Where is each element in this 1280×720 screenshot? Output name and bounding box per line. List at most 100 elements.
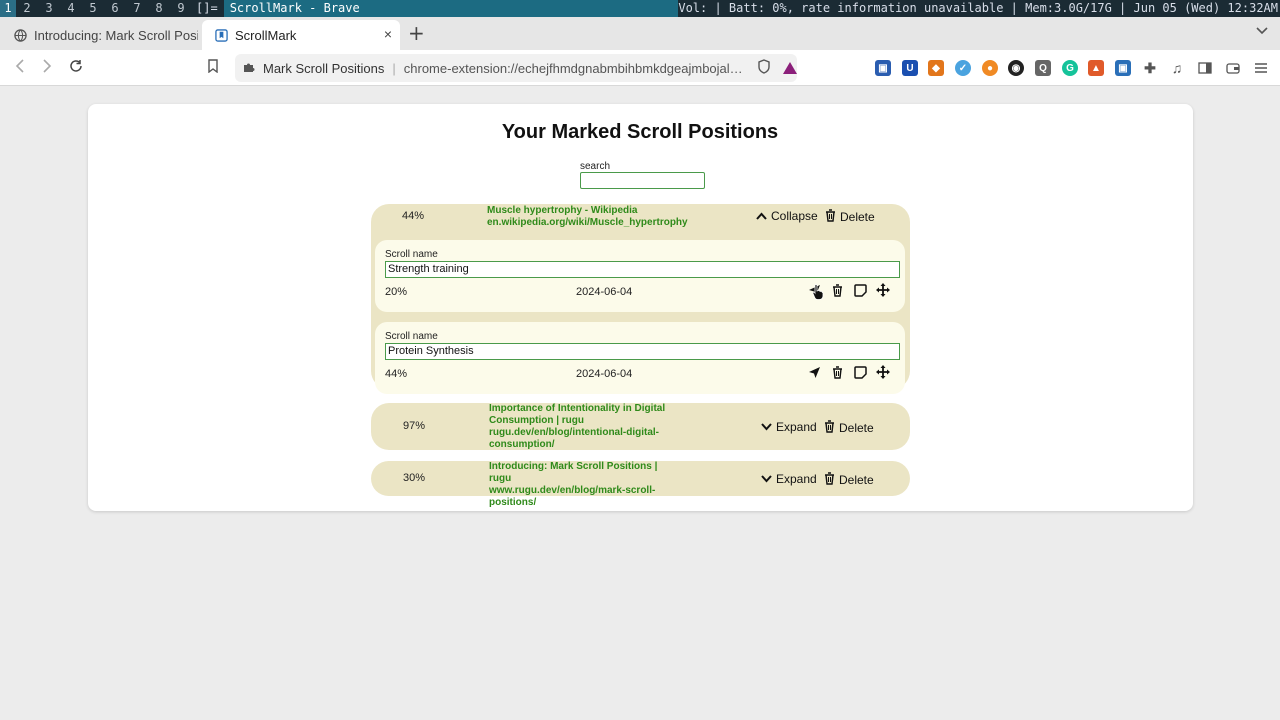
grammarly-icon[interactable]: G <box>1062 60 1078 76</box>
page-group-introducing: 30% Introducing: Mark Scroll Positions |… <box>371 461 910 508</box>
scroll-mark-item: Scroll name Protein Synthesis 44% 2024-0… <box>375 322 905 394</box>
bitwarden-icon[interactable]: U <box>902 60 918 76</box>
trash-icon[interactable] <box>830 282 844 298</box>
scroll-percent: 44% <box>385 368 408 380</box>
tab-list-chevron-icon[interactable] <box>1256 24 1268 38</box>
trash-icon <box>825 209 836 225</box>
bookmark-extension-icon[interactable]: ▣ <box>875 60 891 76</box>
address-bar[interactable]: Mark Scroll Positions | chrome-extension… <box>235 54 797 82</box>
expand-button[interactable]: Expand <box>761 472 817 486</box>
scrollmark-extension-icon[interactable]: ▣ <box>1115 60 1131 76</box>
close-tab-icon[interactable]: × <box>384 26 392 42</box>
collapse-label: Collapse <box>771 209 818 223</box>
bookmark-icon[interactable] <box>207 59 219 77</box>
tab-introducing[interactable]: Introducing: Mark Scroll Posi <box>2 20 198 50</box>
page-group-intentionality: 97% Importance of Intentionality in Digi… <box>371 403 910 450</box>
extensions-puzzle-icon[interactable]: ✚ <box>1142 60 1158 76</box>
scroll-name-input[interactable]: Strength training <box>385 261 900 278</box>
group-page-title: Importance of Intentionality in Digital … <box>489 403 666 426</box>
tab-scrollmark[interactable]: ScrollMark × <box>202 20 400 50</box>
note-icon[interactable] <box>853 364 867 380</box>
note-icon[interactable] <box>853 282 867 298</box>
q-extension-icon[interactable]: Q <box>1035 60 1051 76</box>
delete-group-button[interactable]: Delete <box>825 209 875 225</box>
group-page-url: www.rugu.dev/en/blog/mark-scroll-positio… <box>489 485 656 508</box>
delete-label: Delete <box>839 421 874 435</box>
scroll-name-label: Scroll name <box>385 249 438 260</box>
scroll-date: 2024-06-04 <box>576 368 633 380</box>
search-label: search <box>580 161 611 172</box>
workspace-5[interactable]: 5 <box>82 0 104 17</box>
page-title: Your Marked Scroll Positions <box>501 121 779 143</box>
workspace-2[interactable]: 2 <box>16 0 38 17</box>
scroll-mark-item: Scroll name Strength training 20% 2024-0… <box>375 240 905 312</box>
workspace-3[interactable]: 3 <box>38 0 60 17</box>
trash-icon <box>824 472 835 488</box>
metamask-icon[interactable]: ◆ <box>928 60 944 76</box>
delete-label: Delete <box>840 210 875 224</box>
media-icon[interactable]: ♫ <box>1169 60 1185 76</box>
globe-icon <box>14 28 27 42</box>
bookmark-extension-icon <box>214 28 228 42</box>
group-percent: 97% <box>403 420 426 432</box>
trash-icon[interactable] <box>830 364 844 380</box>
workspace-6[interactable]: 6 <box>104 0 126 17</box>
chevron-up-icon <box>756 209 767 223</box>
group-title-link[interactable]: Muscle hypertrophy - Wikipedia en.wikipe… <box>487 205 688 229</box>
expand-label: Expand <box>776 420 817 434</box>
browser-toolbar: Mark Scroll Positions | chrome-extension… <box>0 50 1280 86</box>
lock-off-extension-icon[interactable]: ▲ <box>1088 60 1104 76</box>
delete-group-button[interactable]: Delete <box>824 472 874 488</box>
navigate-arrow-icon[interactable] <box>807 364 821 380</box>
workspace-9[interactable]: 9 <box>170 0 192 17</box>
new-tab-button[interactable]: + <box>408 21 425 45</box>
reload-icon[interactable] <box>66 58 86 77</box>
delete-label: Delete <box>839 473 874 487</box>
brave-shield-icon[interactable] <box>757 59 771 77</box>
site-name: Mark Scroll Positions <box>263 60 385 76</box>
move-icon[interactable] <box>876 364 890 380</box>
checkmark-extension-icon[interactable]: ✓ <box>955 60 971 76</box>
window-title: ScrollMark - Brave <box>223 0 712 17</box>
rewards-triangle-icon[interactable] <box>783 62 797 74</box>
trash-icon <box>824 420 835 436</box>
group-page-title: Muscle hypertrophy - Wikipedia <box>487 205 638 216</box>
layout-indicator: []= <box>196 1 218 15</box>
group-page-title: Introducing: Mark Scroll Positions | rug… <box>489 461 658 484</box>
group-percent: 44% <box>402 210 425 222</box>
workspace-4[interactable]: 4 <box>60 0 82 17</box>
item-actions <box>807 364 890 380</box>
move-icon[interactable] <box>876 282 890 298</box>
location-extension-icon[interactable]: ● <box>982 60 998 76</box>
scroll-name-input[interactable]: Protein Synthesis <box>385 343 900 360</box>
hand-cursor-icon <box>812 284 824 304</box>
tab-label: ScrollMark <box>235 27 297 43</box>
status-text: Vol: | Batt: 0%, rate information unavai… <box>678 0 1280 17</box>
search-input[interactable] <box>580 172 705 189</box>
collapse-button[interactable]: Collapse <box>756 209 818 223</box>
group-title-link[interactable]: Importance of Intentionality in Digital … <box>489 403 679 451</box>
chevron-down-icon <box>761 472 772 486</box>
group-page-url: en.wikipedia.org/wiki/Muscle_hypertrophy <box>487 217 688 228</box>
chevron-down-icon <box>761 420 772 434</box>
tab-bar: Introducing: Mark Scroll Posi ScrollMark… <box>0 17 1280 50</box>
url-separator: | <box>392 60 396 76</box>
puzzle-icon <box>243 61 255 76</box>
workspace-7[interactable]: 7 <box>126 0 148 17</box>
expand-button[interactable]: Expand <box>761 420 817 434</box>
workspace-1[interactable]: 1 <box>0 0 16 17</box>
group-title-link[interactable]: Introducing: Mark Scroll Positions | rug… <box>489 461 679 509</box>
window-manager-bar: 1 2 3 4 5 6 7 8 9 []= ScrollMark - Brave Vol: | Ba… <box>0 0 1280 17</box>
sidebar-icon[interactable] <box>1197 60 1213 76</box>
eye-extension-icon[interactable]: ◉ <box>1008 60 1024 76</box>
back-icon[interactable] <box>10 58 30 77</box>
workspace-8[interactable]: 8 <box>148 0 170 17</box>
scroll-percent: 20% <box>385 286 408 298</box>
scroll-name-label: Scroll name <box>385 331 438 342</box>
delete-group-button[interactable]: Delete <box>824 420 874 436</box>
forward-icon[interactable] <box>37 58 57 77</box>
wallet-icon[interactable] <box>1225 60 1241 76</box>
group-page-url: rugu.dev/en/blog/intentional-digital-con… <box>489 427 659 450</box>
menu-icon[interactable] <box>1253 60 1269 76</box>
expand-label: Expand <box>776 472 817 486</box>
